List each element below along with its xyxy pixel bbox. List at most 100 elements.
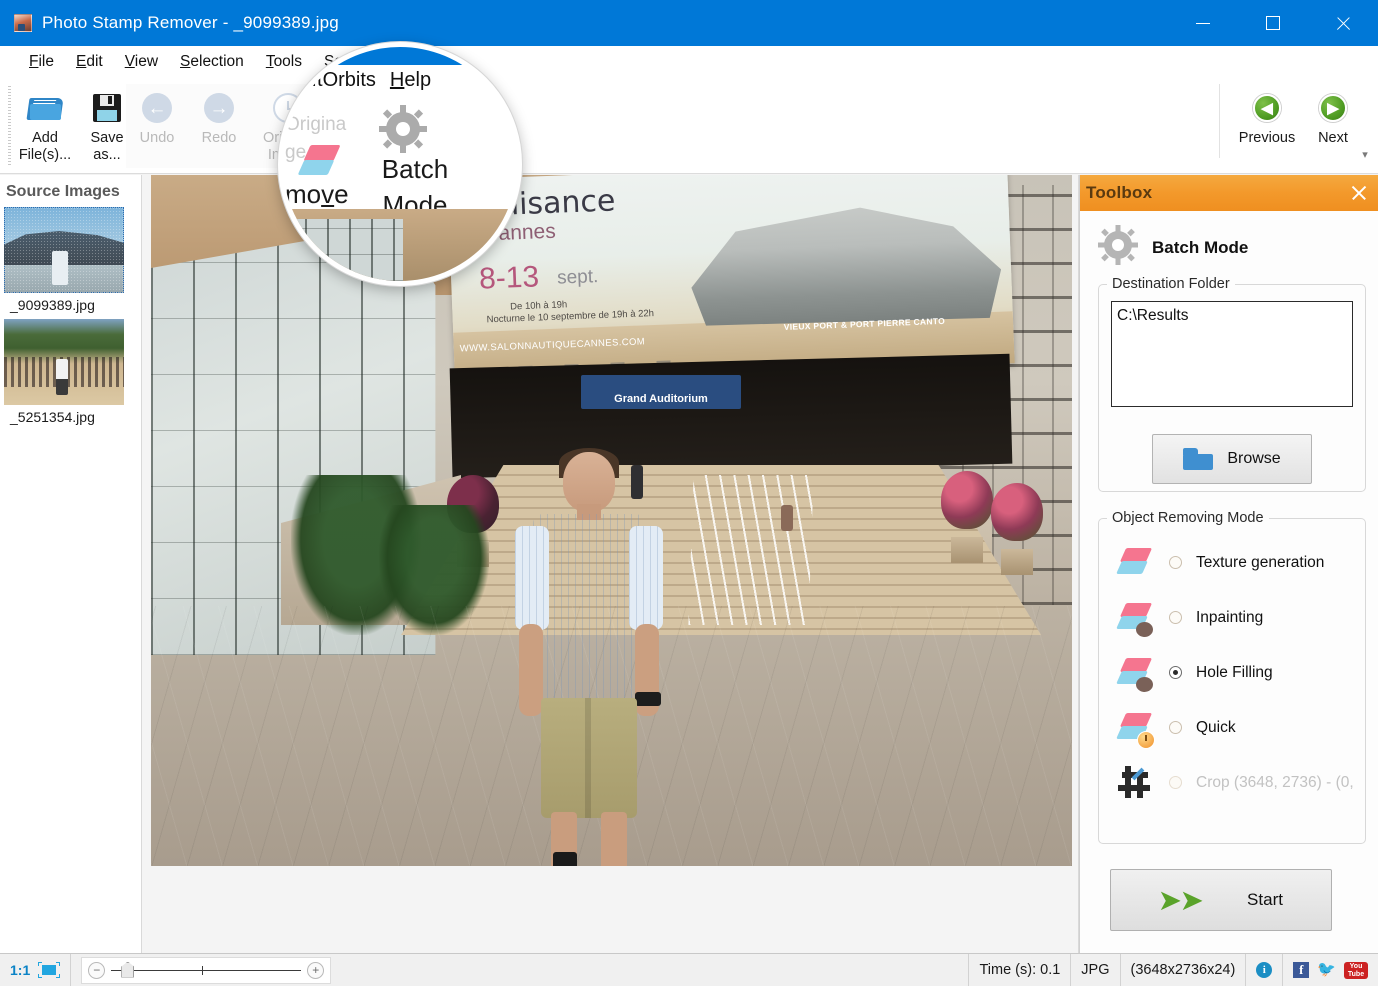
source-image-item[interactable]: _5251354.jpg [0,319,141,431]
zoom-slider-track[interactable] [111,970,301,971]
destination-folder-group: Destination Folder Browse [1098,284,1366,492]
toolbar-separator-nav [1219,84,1220,158]
magnifier-gear-icon [379,105,427,153]
folder-open-icon [1183,448,1213,470]
source-image-filename: _5251354.jpg [4,405,141,425]
next-arrow-icon: ▶ [1319,90,1347,126]
next-label: Next [1318,130,1348,147]
toolbox-title: Toolbox [1086,183,1152,203]
harbour-boats-thumb[interactable] [4,207,124,293]
magnifier-remove-partial: move [285,179,349,210]
facebook-icon[interactable]: f [1293,962,1309,978]
browse-button-label: Browse [1227,450,1280,468]
magnifier-menu-help: Help [390,69,431,92]
destination-folder-input[interactable] [1111,301,1353,407]
man-head [563,452,615,512]
mode-option-inpainting[interactable]: Inpainting [1111,590,1353,645]
mode-label-quick: Quick [1196,719,1236,737]
zoom-slider-handle[interactable] [121,962,134,978]
menu-selection[interactable]: Selection [169,51,255,73]
photo-flower-pot [991,483,1043,575]
photo-banner: al fe Plaisance Cannes 8-13 sept. De 10h… [447,175,1014,385]
close-button[interactable] [1308,0,1378,46]
source-image-item[interactable]: _9099389.jpg [0,207,141,319]
zoom-ratio-cell[interactable]: 1:1 [0,954,71,986]
source-image-filename: _9099389.jpg [4,293,141,313]
green-arrows-icon: ➤➤ [1159,887,1193,913]
man-sock [553,852,577,866]
mode-option-crop[interactable]: Crop (3648, 2736) - (0, [1111,755,1353,810]
info-cell[interactable]: i [1246,954,1283,986]
zoom-in-icon[interactable]: + [307,962,324,979]
status-bar: 1:1 − + Time (s): 0.1 JPG (3648x2736x24)… [0,953,1378,986]
start-button-label: Start [1247,890,1283,910]
eraser-blob-icon [1113,597,1155,639]
menu-file[interactable]: File [18,51,65,73]
radio-hole-filling[interactable] [1169,666,1182,679]
next-button[interactable]: ▶ Next [1300,84,1366,164]
zoom-slider-cell[interactable]: − + [71,954,341,986]
maximize-button[interactable] [1238,0,1308,46]
eraser-icon [1113,542,1155,584]
mode-option-texture-generation[interactable]: Texture generation [1111,535,1353,590]
undo-button[interactable]: ← Undo [126,84,188,164]
magnifier-titlebar-strip [283,47,517,65]
toolbox-close-icon[interactable] [1350,184,1368,202]
toolbar-overflow-icon[interactable]: ▾ [1358,148,1372,162]
source-images-panel: Source Images _9099389.jpg _5251354.jpg [0,175,142,953]
previous-button[interactable]: ◀ Previous [1234,84,1300,164]
man-wristwatch [635,692,661,706]
redo-button[interactable]: → Redo [188,84,250,164]
menu-edit[interactable]: Edit [65,51,114,73]
add-files-icon [28,90,62,126]
man-arm-left [519,624,543,716]
mode-label-texture-generation: Texture generation [1196,554,1324,572]
toolbox-mode-header: Batch Mode [1080,211,1378,280]
eraser-blob-icon [1113,652,1155,694]
object-removing-mode-legend: Object Removing Mode [1107,510,1269,526]
radio-crop[interactable] [1169,776,1182,789]
man-leg-right [601,812,627,866]
menu-view[interactable]: View [114,51,169,73]
undo-icon: ← [142,90,172,126]
add-files-button[interactable]: Add File(s)... [14,84,76,164]
banner-hours-1: De 10h à 19h [510,299,567,312]
magnifier-photo-region [283,209,517,281]
zoom-slider[interactable]: − + [81,957,331,984]
social-cell: f 🐦 YouTube [1283,954,1378,986]
magnifier-batch-line1: Batch [382,154,449,184]
beach-crowd-thumb[interactable] [4,319,124,405]
toolbar-gripper[interactable] [8,86,11,166]
minimize-icon [1196,23,1210,24]
man-sleeve-right [629,526,663,630]
title-bar: Photo Stamp Remover - _9099389.jpg [0,0,1378,46]
status-spacer [341,954,968,986]
youtube-icon[interactable]: YouTube [1344,962,1368,979]
toolbox-panel: Toolbox Batch Mode [1079,175,1378,953]
minimize-button[interactable] [1168,0,1238,46]
window-title: Photo Stamp Remover - _9099389.jpg [42,13,339,33]
window-controls [1168,0,1378,46]
radio-texture-generation[interactable] [1169,556,1182,569]
zoom-out-icon[interactable]: − [88,962,105,979]
info-icon[interactable]: i [1256,962,1272,978]
browse-button[interactable]: Browse [1152,434,1312,484]
zoom-slider-tick [202,966,203,975]
add-files-label: Add File(s)... [19,130,71,164]
magnifier-original-line1: Origina [285,114,346,135]
dimensions-cell: (3648x2736x24) [1121,954,1247,986]
fit-to-window-icon[interactable] [38,962,60,978]
mode-option-hole-filling[interactable]: Hole Filling [1111,645,1353,700]
start-button[interactable]: ➤➤ Start [1110,869,1332,931]
save-as-icon [93,90,121,126]
banner-month: sept. [557,266,599,290]
radio-inpainting[interactable] [1169,611,1182,624]
object-removing-mode-group: Object Removing Mode Texture generation … [1098,518,1366,844]
close-icon [1335,15,1352,32]
image-canvas-area[interactable]: al fe Plaisance Cannes 8-13 sept. De 10h… [142,175,1079,953]
mode-label-crop: Crop (3648, 2736) - (0, [1196,774,1354,792]
radio-quick[interactable] [1169,721,1182,734]
mode-option-quick[interactable]: Quick [1111,700,1353,755]
crop-icon [1113,762,1155,804]
twitter-icon[interactable]: 🐦 [1317,962,1336,978]
